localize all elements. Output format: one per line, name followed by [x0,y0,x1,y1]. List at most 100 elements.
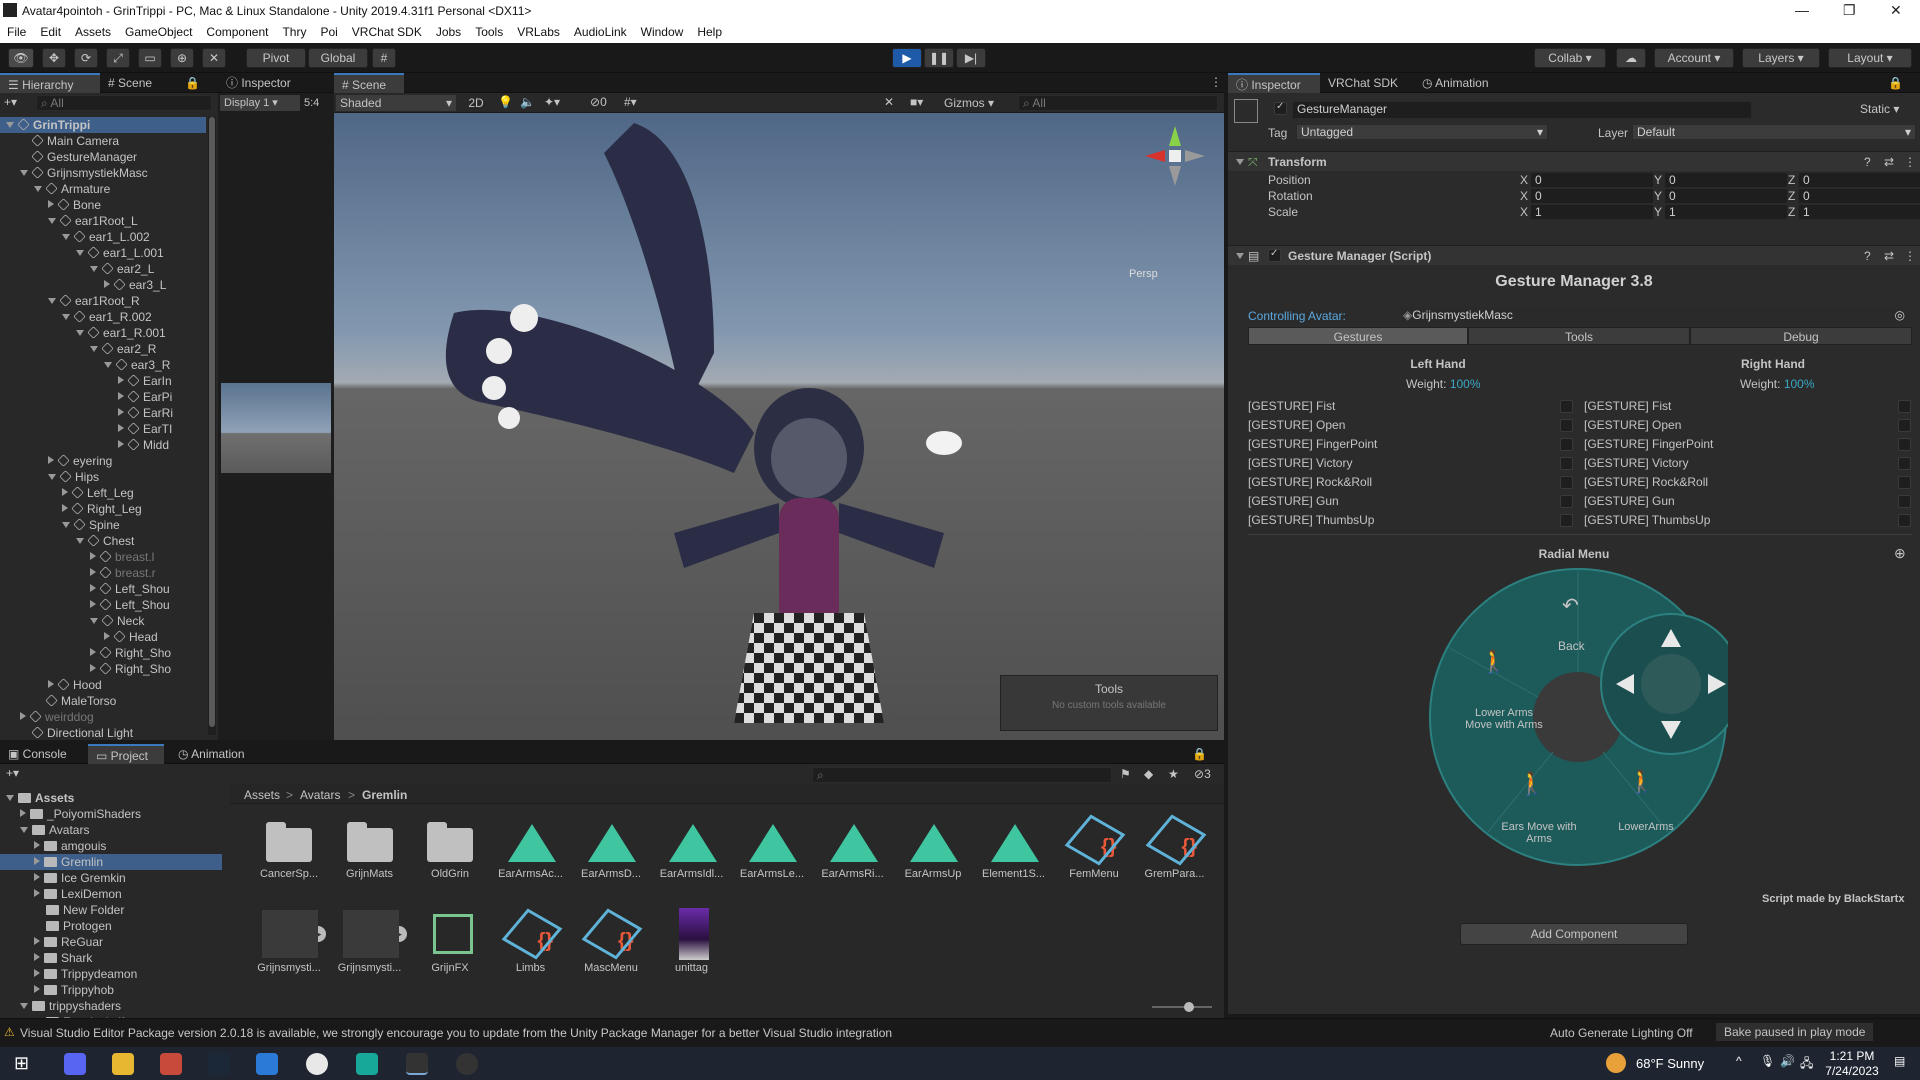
asset-anim[interactable]: EarArmsD... [574,810,648,886]
expand-arrow-icon[interactable] [104,280,110,288]
inspector-lock-icon[interactable]: 🔒 [1888,76,1903,90]
left-gesture-checkbox[interactable] [1560,476,1573,489]
hierarchy-row[interactable]: weirddog [0,709,206,725]
expand-arrow-icon[interactable] [34,969,40,977]
hierarchy-row[interactable]: ear3_R [0,357,206,373]
expand-arrow-icon[interactable] [76,250,84,256]
camera-icon[interactable]: ■▾ [910,95,923,109]
lighting-status[interactable]: Auto Generate Lighting Off [1550,1026,1693,1040]
project-tree-row[interactable]: Trippydeamon [0,966,222,982]
add-icon[interactable]: +▾ [4,95,22,109]
asset-prefab[interactable]: ▶Grijnsmysti... [252,904,326,980]
project-tree-row[interactable]: Protogen [0,918,222,934]
radial-lower-arms[interactable]: LowerArms [1606,821,1686,833]
right-gesture-checkbox[interactable] [1898,476,1911,489]
media-icon[interactable] [160,1053,182,1075]
breadcrumb-gremlin[interactable]: Gremlin [362,788,407,802]
expand-arrow-icon[interactable] [48,474,56,480]
hierarchy-row[interactable]: ear1Root_L [0,213,206,229]
expand-arrow-icon[interactable] [20,1003,28,1009]
tab-vrchat-sdk[interactable]: VRChat SDK [1320,73,1406,93]
script-help-icon[interactable]: ? [1864,249,1871,263]
tab-console[interactable]: ▣ Console [0,744,75,764]
asset-folder[interactable]: GrijnMats [333,810,407,886]
expand-arrow-icon[interactable] [76,330,84,336]
clock-date[interactable]: 7/24/2023 [1822,1064,1882,1078]
hidden-packages-icon[interactable]: ⊘3 [1194,767,1211,781]
display-dropdown[interactable]: Display 1 ▾ [220,95,300,111]
transform-rotation-z-field[interactable]: 0 [1798,188,1920,204]
more-icon[interactable]: ⋮ [1210,75,1222,89]
hierarchy-row[interactable]: Left_Shou [0,597,206,613]
filter-label-icon[interactable]: ◆ [1144,767,1153,781]
menu-item-edit[interactable]: Edit [33,22,68,39]
rotate-tool-icon[interactable]: ⟳ [74,48,98,68]
scale-tool-icon[interactable]: ⤢ [106,48,130,68]
expand-arrow-icon[interactable] [118,376,124,384]
expand-arrow-icon[interactable] [6,122,14,128]
left-gesture-checkbox[interactable] [1560,438,1573,451]
project-tree-row[interactable]: amgouis [0,838,222,854]
expand-arrow-icon[interactable] [48,200,54,208]
tag-dropdown[interactable]: Untagged ▾ [1296,124,1548,140]
asset-menu[interactable]: {} GremPara... [1138,810,1212,886]
breadcrumb-assets[interactable]: Assets [244,788,280,802]
step-button[interactable]: ▶| [956,48,986,68]
left-gesture-checkbox[interactable] [1560,400,1573,413]
asset-anim[interactable]: EarArmsUp [896,810,970,886]
hierarchy-row[interactable]: Armature [0,181,206,197]
asset-prefab[interactable]: ▶Grijnsmysti... [333,904,407,980]
left-gesture-checkbox[interactable] [1560,419,1573,432]
project-search-input[interactable]: ⌕ [812,767,1112,783]
tab-tools[interactable]: Tools [1468,327,1690,345]
expand-arrow-icon[interactable] [62,314,70,320]
layers-dropdown[interactable]: Layers ▾ [1742,48,1820,68]
volume-icon[interactable]: 🔊 [1780,1054,1795,1068]
hierarchy-row[interactable]: Left_Shou [0,581,206,597]
weather-text[interactable]: 68°F Sunny [1636,1056,1704,1071]
project-add-icon[interactable]: +▾ [6,766,19,780]
hierarchy-row[interactable]: Head [0,629,206,645]
static-toggle[interactable]: Static ▾ [1860,102,1899,116]
layer-dropdown[interactable]: Default ▾ [1632,124,1916,140]
tab-animation-bottom[interactable]: ◷ Animation [170,744,253,764]
collab-button[interactable]: Collab ▾ [1534,48,1606,68]
lock-icon[interactable]: 🔒 [185,76,200,90]
expand-arrow-icon[interactable] [20,712,26,720]
project-tree-row[interactable]: Shark [0,950,222,966]
bake-status[interactable]: Bake paused in play mode [1716,1023,1874,1041]
menu-item-tools[interactable]: Tools [468,22,510,39]
maximize-icon[interactable]: ❐ [1843,2,1856,19]
expand-arrow-icon[interactable] [90,600,96,608]
hierarchy-row[interactable]: Hips [0,469,206,485]
add-component-button[interactable]: Add Component [1460,923,1688,945]
menu-item-audiolink[interactable]: AudioLink [567,22,634,39]
clock-time[interactable]: 1:21 PM [1822,1049,1882,1063]
menu-item-vrlabs[interactable]: VRLabs [510,22,567,39]
expand-arrow-icon[interactable] [48,298,56,304]
expand-arrow-icon[interactable] [118,424,124,432]
asset-menu[interactable]: {} Limbs [494,904,568,980]
expand-arrow-icon[interactable] [34,857,40,865]
right-gesture-checkbox[interactable] [1898,419,1911,432]
asset-controller[interactable]: GrijnFX [413,904,487,980]
transform-position-x-field[interactable]: 0 [1530,172,1654,188]
expand-arrow-icon[interactable] [104,362,112,368]
hierarchy-row[interactable]: Hood [0,677,206,693]
tab-inspector[interactable]: ⓘ Inspector [1228,73,1320,93]
aspect-label[interactable]: 5:4 [304,95,319,111]
asset-menu[interactable]: {} FemMenu [1057,810,1131,886]
expand-arrow-icon[interactable] [6,795,14,801]
expand-arrow-icon[interactable] [90,568,96,576]
right-gesture-checkbox[interactable] [1898,438,1911,451]
expand-arrow-icon[interactable] [118,440,124,448]
steam-icon[interactable] [208,1053,230,1075]
microphone-icon[interactable]: 🎙 [1760,1054,1775,1068]
hierarchy-row[interactable]: Main Camera [0,133,206,149]
transform-rotation-y-field[interactable]: 0 [1664,188,1788,204]
expand-arrow-icon[interactable] [34,186,42,192]
expand-arrow-icon[interactable] [90,584,96,592]
expand-arrow-icon[interactable] [76,538,84,544]
transform-position-z-field[interactable]: 0 [1798,172,1920,188]
asset-folder[interactable]: CancerSp... [252,810,326,886]
